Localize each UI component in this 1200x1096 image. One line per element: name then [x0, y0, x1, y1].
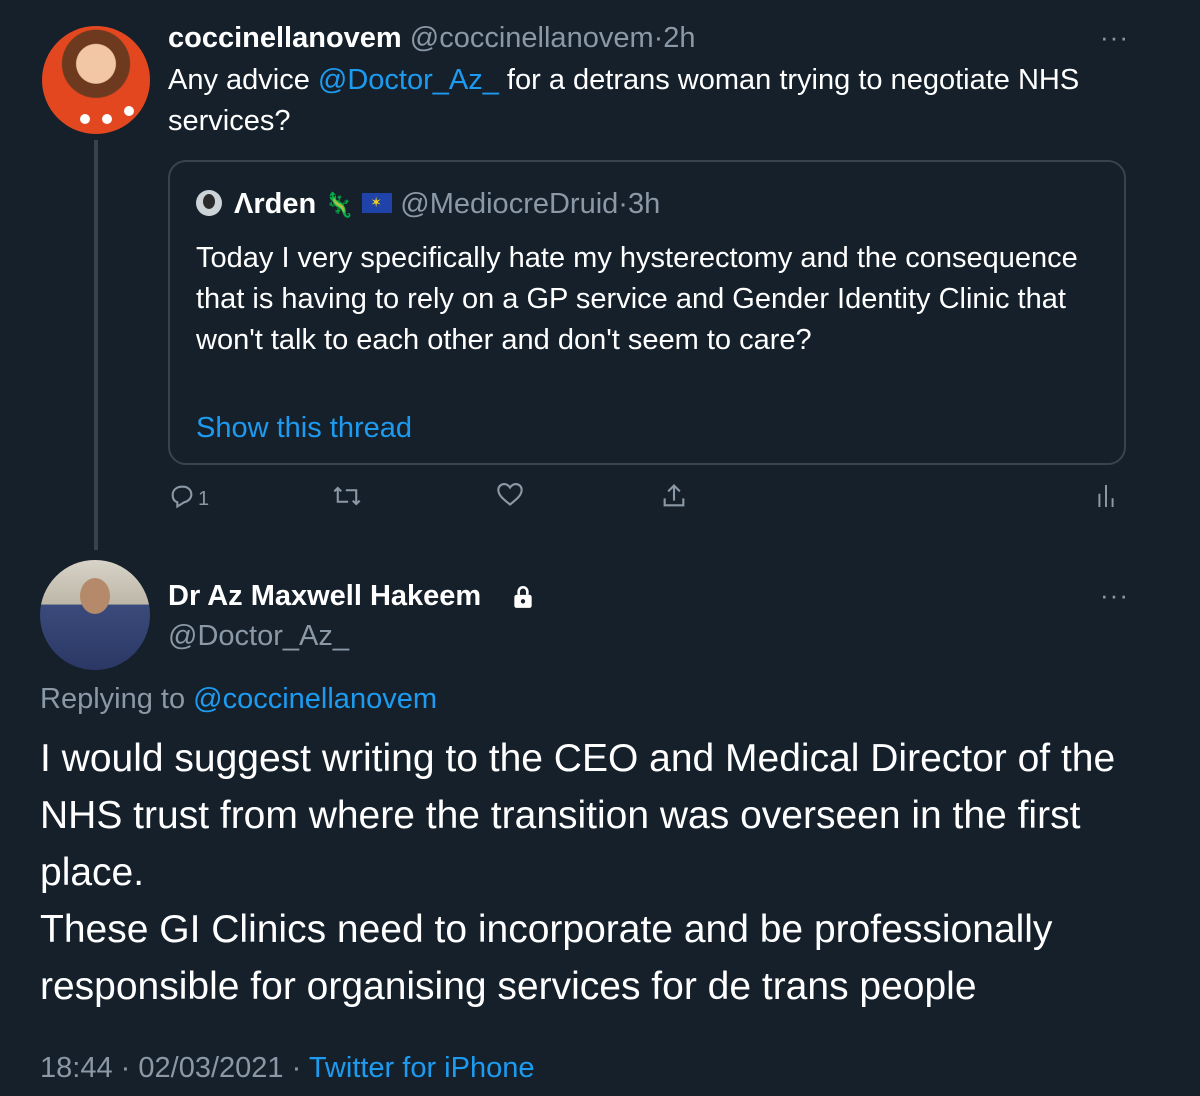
avatar[interactable]	[40, 560, 150, 670]
analytics-icon	[1098, 485, 1114, 507]
tweet-time[interactable]: 18:44	[40, 1052, 113, 1084]
handle[interactable]: @Doctor_Az_	[168, 620, 349, 653]
tweet-text: Any advice @Doctor_Az_ for a detrans wom…	[168, 60, 1128, 142]
quoted-handle: @MediocreDruid	[400, 188, 619, 220]
tweet-text: I would suggest writing to the CEO and M…	[40, 730, 1160, 1015]
reply-button[interactable]	[168, 482, 196, 517]
thread-line	[94, 140, 98, 550]
timestamp[interactable]: 2h	[663, 22, 695, 54]
replying-to-link[interactable]: @coccinellanovem	[193, 683, 437, 715]
tweet-paragraph: These GI Clinics need to incorporate and…	[40, 908, 1053, 1008]
display-name[interactable]: Dr Az Maxwell Hakeem	[168, 580, 481, 613]
analytics-button[interactable]	[1095, 482, 1117, 517]
retweet-button[interactable]	[332, 482, 362, 517]
replying-to: Replying to @coccinellanovem	[40, 683, 437, 716]
quoted-text: Today I very specifically hate my hyster…	[196, 242, 1078, 356]
quoted-timestamp: 3h	[627, 188, 661, 220]
retweet-icon	[333, 486, 361, 506]
lock-icon	[514, 585, 532, 608]
reply-icon	[171, 485, 193, 509]
separator-dot: ·	[618, 188, 628, 220]
eu-flag-icon	[362, 193, 393, 214]
heart-icon	[497, 483, 523, 506]
more-options-button[interactable]: ···	[1100, 22, 1129, 53]
handle[interactable]: @coccinellanovem	[410, 22, 654, 54]
tweet-date[interactable]: 02/03/2021	[138, 1052, 283, 1084]
quoted-avatar	[196, 190, 222, 216]
source-link[interactable]: Twitter for iPhone	[309, 1052, 535, 1084]
show-thread-link[interactable]: Show this thread	[196, 412, 412, 445]
more-options-button[interactable]: ···	[1100, 580, 1129, 611]
tweet-header: coccinellanovem @coccinellanovem·2h	[168, 22, 696, 55]
quoted-header: Λrden 🦎 @MediocreDruid·3h	[234, 188, 660, 221]
tweet-text-part: Any advice	[168, 64, 318, 96]
replying-label: Replying to	[40, 683, 194, 715]
quoted-tweet[interactable]: Λrden 🦎 @MediocreDruid·3h Today I very s…	[168, 160, 1126, 465]
quoted-display-name: Λrden	[234, 188, 317, 220]
tweet-paragraph: I would suggest writing to the CEO and M…	[40, 737, 1116, 894]
display-name[interactable]: coccinellanovem	[168, 22, 402, 54]
share-icon	[663, 484, 685, 507]
like-button[interactable]	[496, 480, 524, 515]
tweet-metadata: 18:44 · 02/03/2021 · Twitter for iPhone	[40, 1052, 534, 1085]
reply-count: 1	[198, 488, 210, 510]
separator-dot: ·	[291, 1052, 302, 1084]
mention-link[interactable]: @Doctor_Az_	[318, 64, 499, 96]
lizard-emoji: 🦎	[324, 192, 355, 219]
share-button[interactable]	[660, 482, 688, 517]
avatar[interactable]	[42, 26, 150, 134]
separator-dot: ·	[653, 22, 664, 54]
separator-dot: ·	[120, 1052, 131, 1084]
